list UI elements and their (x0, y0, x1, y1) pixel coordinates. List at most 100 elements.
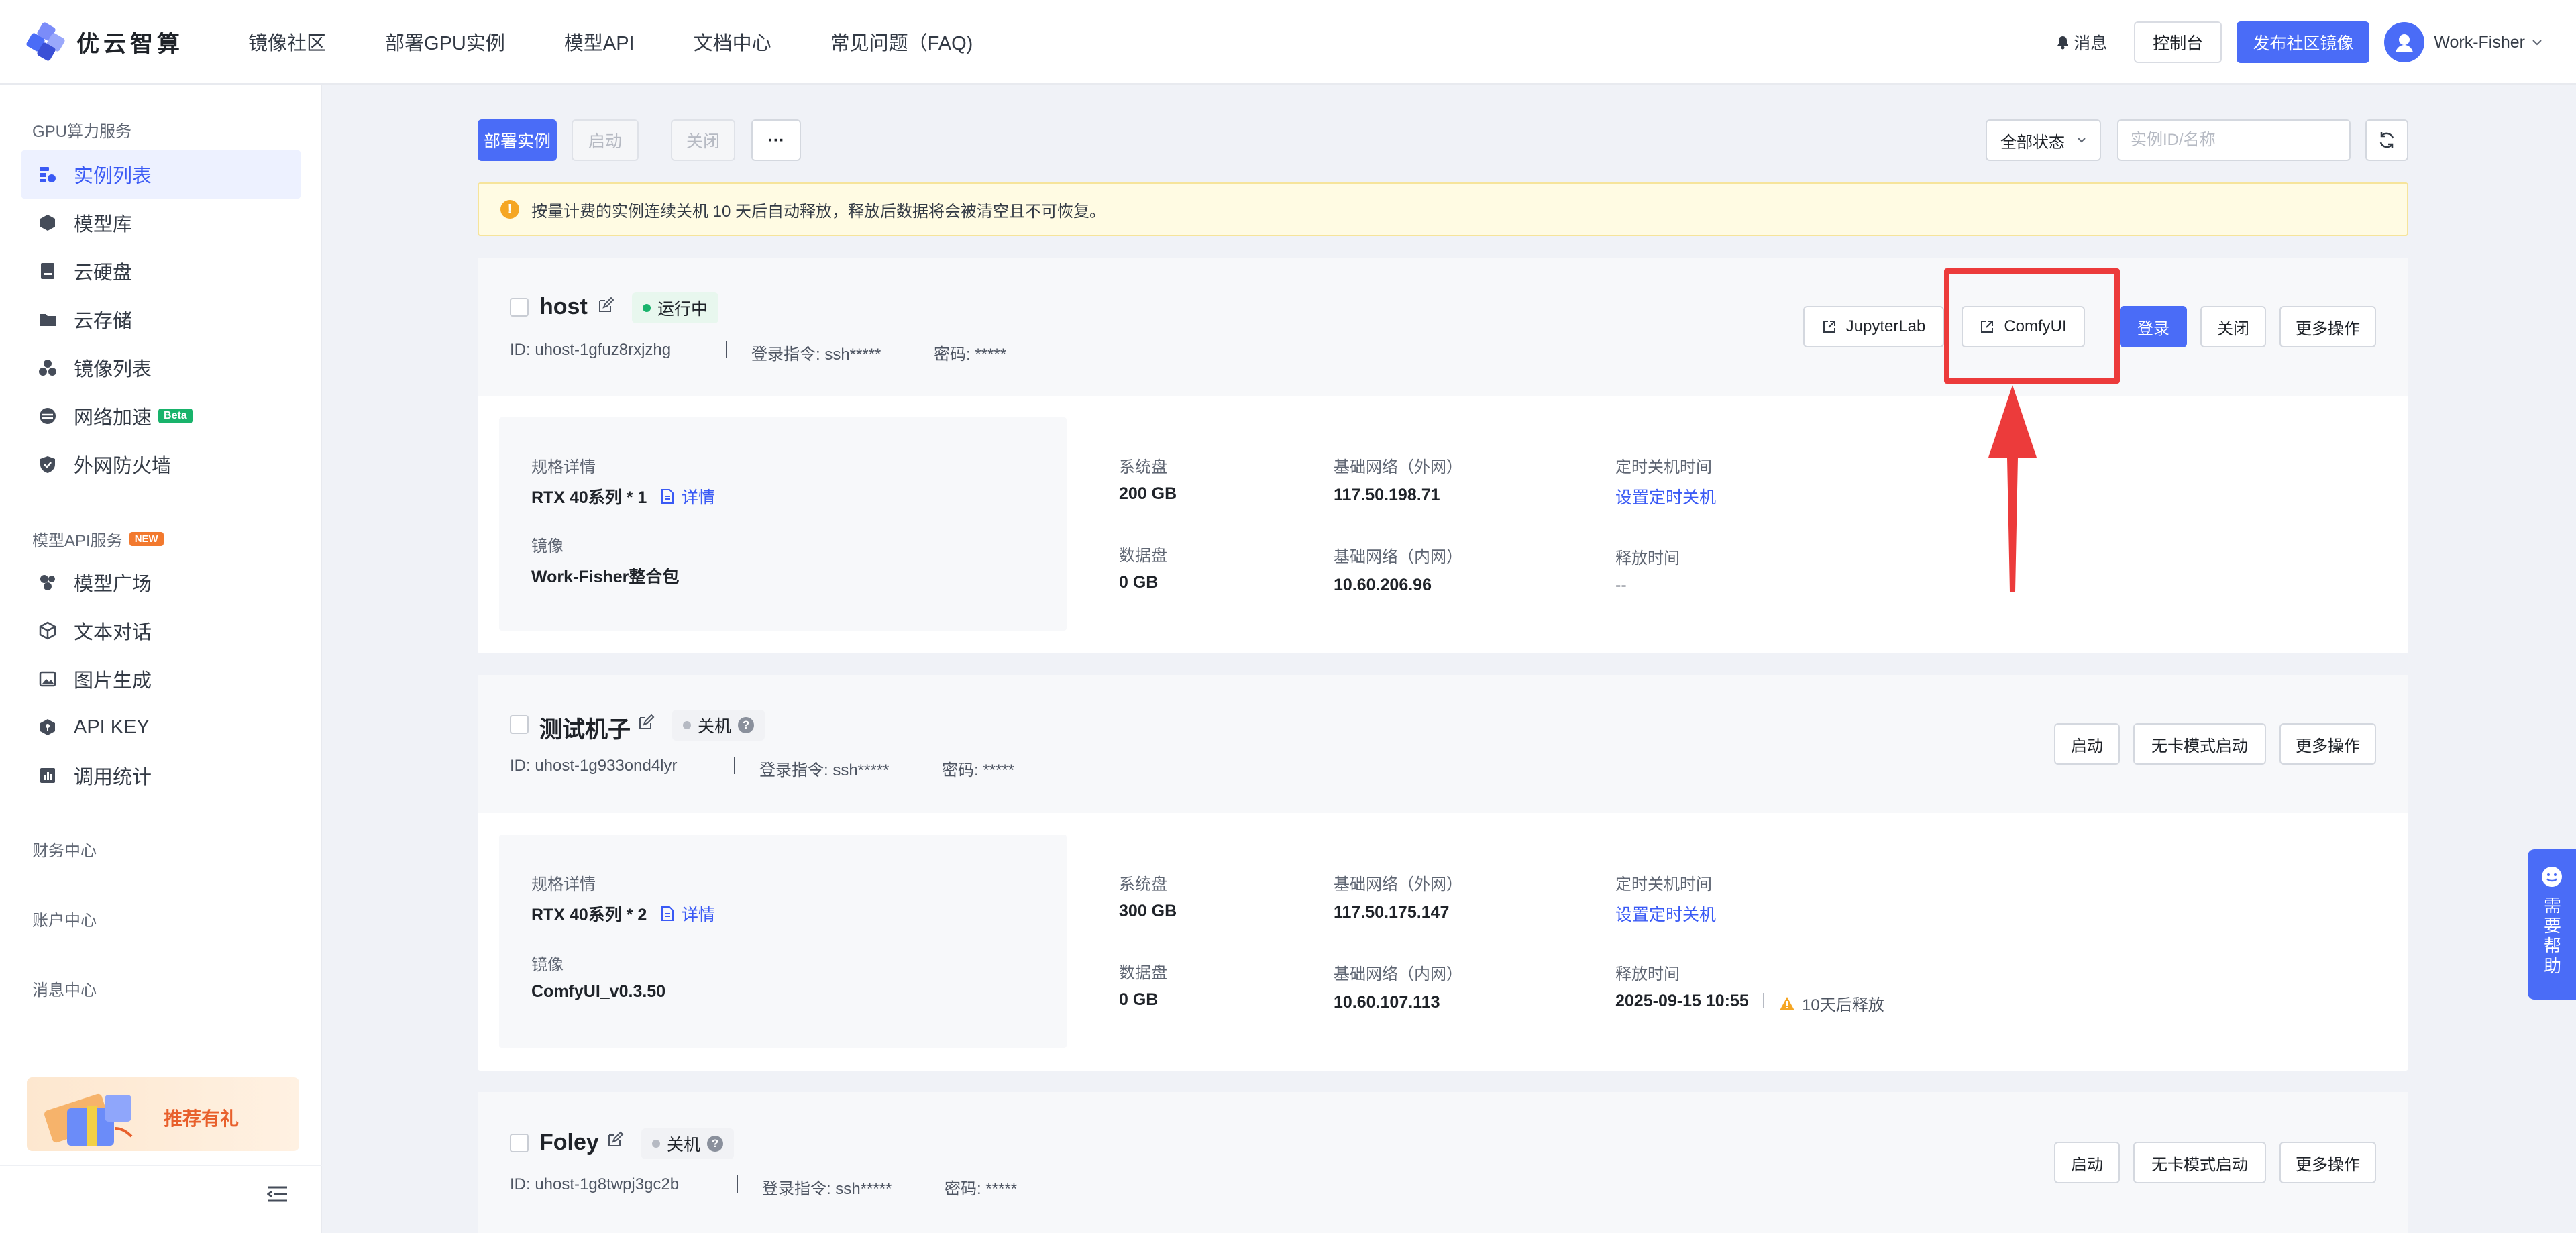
nav-docs[interactable]: 文档中心 (694, 28, 771, 56)
sidebar-section-api: 模型API服务 NEW (0, 527, 164, 551)
publish-image-button[interactable]: 发布社区镜像 (2237, 21, 2370, 63)
instance-checkbox[interactable] (510, 715, 529, 734)
cloud-disk-icon (38, 261, 58, 281)
login-command[interactable]: 登录指令: ssh***** (751, 341, 881, 364)
password[interactable]: 密码: ***** (945, 1175, 1017, 1199)
deploy-instance-button[interactable]: 部署实例 (478, 119, 557, 161)
set-shutdown-link[interactable]: 设置定时关机 (1615, 902, 1716, 926)
release-notice-banner: ! 按量计费的实例连续关机 10 天后自动释放，释放后数据将会被清空且不可恢复。 (478, 182, 2408, 236)
instance-checkbox[interactable] (510, 1134, 529, 1152)
divider (737, 1175, 738, 1193)
chevron-down-icon (2078, 138, 2086, 143)
edit-name-icon[interactable] (597, 297, 614, 314)
spec-label: 规格详情 (531, 875, 596, 894)
close-instance-button[interactable]: 关闭 (2200, 306, 2266, 347)
more-actions-button[interactable]: 更多操作 (2279, 1142, 2376, 1183)
cardless-start-button[interactable]: 无卡模式启动 (2133, 1142, 2266, 1183)
messages-link[interactable]: 消息 (2056, 30, 2107, 54)
detail-link-label: 详情 (682, 906, 716, 924)
help-question-icon[interactable]: ? (738, 717, 755, 733)
status-badge: 关机 ? (641, 1128, 735, 1159)
bell-icon (2057, 36, 2069, 50)
user-name[interactable]: Work-Fisher (2434, 33, 2525, 52)
sidebar-divider (0, 1165, 322, 1166)
help-label: 需要帮助 (2541, 896, 2562, 977)
close-button-disabled[interactable]: 关闭 (671, 119, 735, 161)
chevron-down-icon[interactable] (2532, 39, 2542, 46)
password[interactable]: 密码: ***** (934, 341, 1006, 364)
int-net-value[interactable]: 10.60.107.113 (1334, 993, 1440, 1012)
refresh-icon (2379, 132, 2394, 148)
ext-net-label: 基础网络（外网） (1334, 458, 1462, 476)
data-disk-label: 数据盘 (1119, 964, 1167, 982)
sys-disk-label: 系统盘 (1119, 875, 1167, 894)
spec-detail-link[interactable]: 详情 (660, 484, 715, 508)
image-gen-icon (38, 669, 58, 689)
set-shutdown-link[interactable]: 设置定时关机 (1615, 484, 1716, 508)
image-label: 镜像 (531, 956, 564, 974)
login-command[interactable]: 登录指令: ssh***** (759, 757, 889, 780)
sidebar-item-account[interactable]: 账户中心 (0, 907, 97, 930)
sidebar-item-cloud-disk[interactable]: 云硬盘 (21, 247, 301, 295)
nav-model-api[interactable]: 模型API (564, 28, 635, 56)
detail-link-label: 详情 (682, 488, 716, 507)
sidebar-item-finance[interactable]: 财务中心 (0, 837, 97, 861)
int-net-label: 基础网络（内网） (1334, 965, 1462, 983)
sidebar-item-message-center[interactable]: 消息中心 (0, 977, 97, 1000)
help-question-icon[interactable]: ? (707, 1136, 724, 1152)
start-instance-button[interactable]: 启动 (2054, 1142, 2120, 1183)
gift-coupon-icon (44, 1093, 133, 1146)
status-filter-select[interactable]: 全部状态 (1986, 119, 2101, 161)
sidebar-item-label: 模型库 (74, 214, 133, 235)
sidebar-item-image-gen[interactable]: 图片生成 (21, 655, 301, 703)
cardless-start-button[interactable]: 无卡模式启动 (2133, 723, 2266, 765)
password[interactable]: 密码: ***** (942, 757, 1014, 780)
more-options-button[interactable]: ··· (751, 119, 801, 161)
main-nav: 镜像社区 部署GPU实例 模型API 文档中心 常见问题（FAQ) (248, 28, 1032, 56)
instance-card-test: 测试机子 关机 ? ID: uhost-1g933ond4lyr 登录指令: s… (478, 675, 2408, 1071)
edit-name-icon[interactable] (637, 714, 655, 731)
avatar[interactable] (2384, 22, 2425, 62)
sidebar-item-model-library[interactable]: 模型库 (21, 199, 301, 247)
more-actions-button[interactable]: 更多操作 (2279, 306, 2376, 347)
search-box (2117, 119, 2351, 161)
refresh-button[interactable] (2365, 119, 2408, 161)
spec-panel (499, 835, 1067, 1048)
referral-promo-banner[interactable]: 推荐有礼 (27, 1077, 299, 1151)
instance-checkbox[interactable] (510, 298, 529, 317)
brand-logo[interactable]: 优云智算 (25, 21, 201, 62)
search-input[interactable] (2131, 131, 2339, 150)
sidebar-item-cloud-storage[interactable]: 云存储 (21, 295, 301, 343)
status-text: 关机 (667, 1136, 701, 1155)
help-widget[interactable]: 需要帮助 (2528, 849, 2576, 1000)
external-link-icon (1823, 321, 1835, 333)
collapse-sidebar-icon[interactable] (267, 1185, 288, 1203)
jupyterlab-button[interactable]: JupyterLab (1803, 306, 1944, 347)
start-button-disabled[interactable]: 启动 (572, 119, 639, 161)
login-command[interactable]: 登录指令: ssh***** (762, 1175, 892, 1199)
nav-image-community[interactable]: 镜像社区 (248, 28, 326, 56)
sidebar-item-label: 实例列表 (74, 166, 152, 187)
sidebar-item-model-plaza[interactable]: 模型广场 (21, 558, 301, 606)
sidebar-item-instances[interactable]: 实例列表 (21, 150, 301, 199)
ext-net-value[interactable]: 117.50.198.71 (1334, 486, 1440, 505)
sidebar-item-text-chat[interactable]: 文本对话 (21, 606, 301, 655)
sidebar-item-firewall[interactable]: 外网防火墙 (21, 440, 301, 488)
sidebar-item-api-key[interactable]: API KEY (21, 703, 301, 751)
ext-net-value[interactable]: 117.50.175.147 (1334, 903, 1449, 922)
start-instance-button[interactable]: 启动 (2054, 723, 2120, 765)
nav-deploy-gpu[interactable]: 部署GPU实例 (385, 28, 505, 56)
model-library-icon (38, 213, 58, 233)
more-actions-button[interactable]: 更多操作 (2279, 723, 2376, 765)
sidebar-item-usage-stats[interactable]: 调用统计 (21, 751, 301, 800)
nav-faq[interactable]: 常见问题（FAQ) (830, 28, 973, 56)
instance-id: ID: uhost-1g8twpj3gc2b (510, 1175, 680, 1193)
release-label: 释放时间 (1615, 965, 1680, 983)
int-net-value[interactable]: 10.60.206.96 (1334, 576, 1432, 595)
edit-name-icon[interactable] (606, 1131, 624, 1148)
login-button[interactable]: 登录 (2120, 306, 2187, 347)
sidebar-item-image-list[interactable]: 镜像列表 (21, 343, 301, 392)
sidebar-item-network-accel[interactable]: 网络加速 Beta (21, 392, 301, 440)
spec-detail-link[interactable]: 详情 (660, 902, 715, 926)
console-button[interactable]: 控制台 (2134, 21, 2222, 63)
